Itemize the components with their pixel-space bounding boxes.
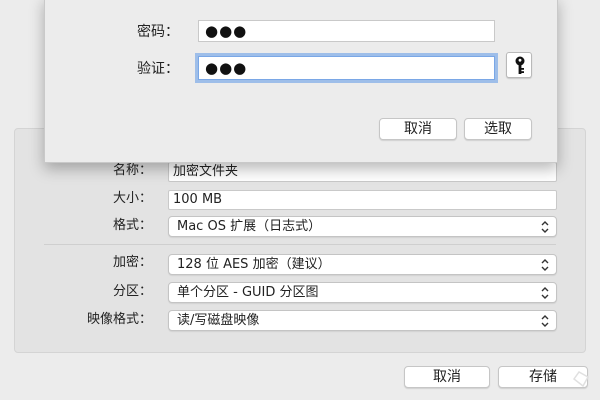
- format-select[interactable]: Mac OS 扩展（日志式）: [168, 216, 557, 237]
- sheet-cancel-button[interactable]: 取消: [379, 118, 457, 140]
- size-label: 大小：: [112, 191, 152, 206]
- encryption-select[interactable]: 128 位 AES 加密（建议）: [168, 254, 557, 275]
- name-label: 名称：: [112, 163, 152, 178]
- chevron-updown-icon: [541, 287, 549, 299]
- size-field[interactable]: 100 MB: [168, 190, 557, 210]
- password-label: 密码：: [137, 24, 179, 40]
- partition-select[interactable]: 单个分区 - GUID 分区图: [168, 282, 557, 303]
- partition-select-value: 单个分区 - GUID 分区图: [177, 285, 319, 300]
- name-field[interactable]: 加密文件夹: [168, 162, 557, 182]
- image-format-label: 映像格式：: [86, 312, 152, 327]
- key-icon: [515, 56, 525, 74]
- partition-label: 分区：: [112, 284, 152, 299]
- verify-field[interactable]: ●●●: [198, 56, 495, 80]
- chevron-updown-icon: [541, 221, 549, 233]
- encryption-select-value: 128 位 AES 加密（建议）: [177, 257, 331, 272]
- cancel-button[interactable]: 取消: [404, 366, 490, 388]
- encryption-label: 加密：: [112, 255, 152, 270]
- chevron-updown-icon: [541, 315, 549, 327]
- password-assistant-button[interactable]: [506, 52, 532, 78]
- choose-button[interactable]: 选取: [464, 118, 532, 140]
- watermark-logo-icon: [572, 371, 590, 388]
- format-label: 格式：: [112, 218, 152, 233]
- chevron-updown-icon: [541, 259, 549, 271]
- password-field[interactable]: ●●●: [198, 20, 495, 42]
- form-divider: [44, 244, 556, 245]
- format-select-value: Mac OS 扩展（日志式）: [177, 219, 322, 234]
- verify-label: 验证：: [137, 61, 179, 77]
- image-format-select-value: 读/写磁盘映像: [177, 313, 260, 328]
- password-sheet: 密码： ●●● 验证： ●●● 取消 选取: [44, 0, 558, 163]
- image-format-select[interactable]: 读/写磁盘映像: [168, 310, 557, 331]
